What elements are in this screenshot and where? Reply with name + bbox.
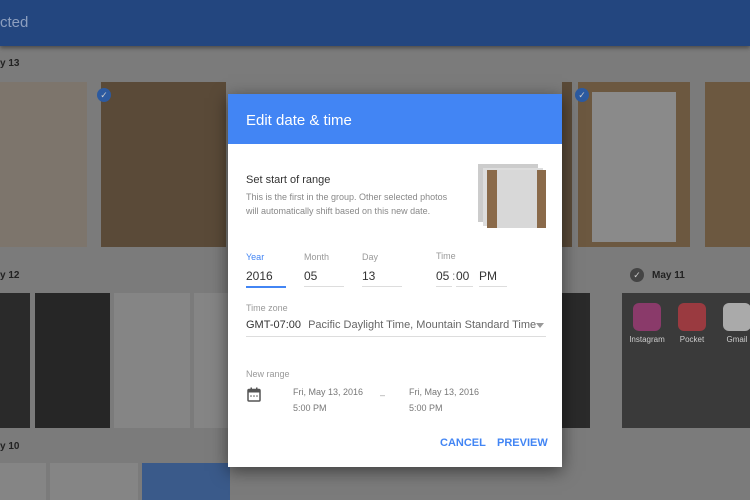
- ampm-select[interactable]: PM: [479, 269, 507, 287]
- month-input[interactable]: 05: [304, 269, 344, 287]
- year-label: Year: [246, 252, 265, 262]
- screenshot[interactable]: [35, 293, 110, 428]
- minute-input[interactable]: 00: [456, 269, 473, 287]
- day-input[interactable]: 13: [362, 269, 402, 287]
- range-heading: Set start of range: [246, 174, 331, 186]
- range-dash: –: [380, 390, 386, 400]
- edit-date-time-dialog: Edit date & time Set start of range This…: [228, 94, 562, 467]
- screenshot[interactable]: [142, 463, 230, 500]
- app-instagram: Instagram: [627, 303, 667, 344]
- date-label: May 11: [652, 270, 685, 281]
- year-input[interactable]: 2016: [246, 269, 286, 288]
- cancel-button[interactable]: CANCEL: [440, 437, 486, 449]
- timezone-name: Pacific Daylight Time, Mountain Standard…: [308, 319, 537, 331]
- timezone-offset: GMT-07:00: [246, 319, 302, 331]
- app-pocket: Pocket: [672, 303, 712, 344]
- month-label: Month: [304, 252, 330, 262]
- screenshot[interactable]: Instagram Pocket Gmail: [622, 293, 750, 428]
- day-label: Day: [362, 252, 379, 262]
- check-icon[interactable]: ✓: [575, 88, 589, 102]
- time-label: Time: [436, 251, 456, 261]
- date-label: y 13: [0, 58, 20, 69]
- hour-input[interactable]: 05: [436, 269, 452, 287]
- app-header: cted: [0, 0, 750, 46]
- screenshot[interactable]: [0, 463, 46, 500]
- new-range-label: New range: [246, 369, 290, 379]
- check-icon[interactable]: ✓: [630, 268, 644, 282]
- app-gmail: Gmail: [717, 303, 750, 344]
- photo[interactable]: [578, 82, 690, 247]
- dialog-title: Edit date & time: [228, 94, 562, 144]
- screenshot[interactable]: [562, 293, 590, 428]
- time-separator: :: [452, 269, 456, 283]
- timezone-label: Time zone: [246, 303, 288, 313]
- screenshot[interactable]: [114, 293, 190, 428]
- screenshot[interactable]: [50, 463, 138, 500]
- calendar-icon: [247, 387, 261, 402]
- preview-button[interactable]: PREVIEW: [497, 437, 548, 449]
- date-label: y 12: [0, 270, 20, 281]
- dropdown-arrow-icon: [536, 323, 544, 332]
- photo[interactable]: [0, 82, 87, 247]
- timezone-select[interactable]: GMT-07:00 Pacific Daylight Time, Mountai…: [246, 319, 546, 337]
- photo[interactable]: [562, 82, 572, 247]
- photo[interactable]: [101, 82, 226, 247]
- range-description: This is the first in the group. Other se…: [246, 192, 448, 216]
- screenshot[interactable]: [194, 293, 230, 428]
- range-start: Fri, May 13, 2016 5:00 PM: [293, 387, 364, 413]
- photo-thumbnail: [487, 170, 546, 228]
- photo[interactable]: [705, 82, 750, 247]
- check-icon[interactable]: ✓: [97, 88, 111, 102]
- screenshot[interactable]: [0, 293, 30, 428]
- selection-title: cted: [0, 14, 29, 31]
- range-end: Fri, May 13, 2016 5:00 PM: [409, 387, 480, 413]
- date-label: y 10: [0, 441, 20, 452]
